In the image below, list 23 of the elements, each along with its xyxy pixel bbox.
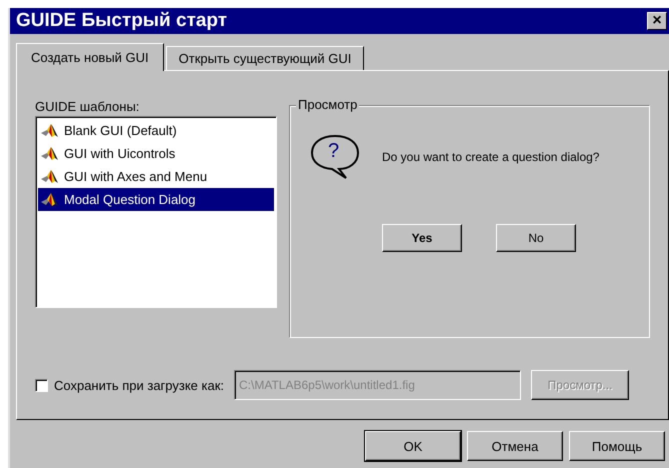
- question-mark: ?: [328, 140, 340, 163]
- template-item[interactable]: Blank GUI (Default): [38, 119, 274, 142]
- dialog-button[interactable]: Помощь: [569, 431, 665, 461]
- template-item[interactable]: Modal Question Dialog: [38, 188, 274, 211]
- matlab-logo-icon: [40, 122, 60, 138]
- dialog-button[interactable]: OK: [365, 431, 461, 461]
- speech-bubble-icon: [310, 134, 360, 180]
- window-title: GUIDE Быстрый старт: [16, 10, 228, 32]
- preview-button[interactable]: No: [496, 224, 576, 252]
- save-label: Сохранить при загрузке как:: [54, 378, 224, 392]
- matlab-logo-icon: [40, 168, 60, 184]
- template-item[interactable]: GUI with Uicontrols: [38, 142, 274, 165]
- matlab-logo-icon: [40, 192, 60, 208]
- templates-label: GUIDE шаблоны:: [35, 99, 140, 114]
- matlab-logo-icon: [40, 146, 60, 162]
- preview-title: Просмотр: [296, 97, 360, 112]
- preview-button[interactable]: Yes: [382, 224, 462, 252]
- template-item[interactable]: GUI with Axes and Menu: [38, 165, 274, 188]
- tab[interactable]: Открыть существующий GUI: [166, 46, 364, 70]
- dialog-button[interactable]: Отмена: [467, 431, 563, 461]
- question-message: Do you want to create a question dialog?: [382, 150, 600, 164]
- close-button[interactable]: ×: [647, 12, 667, 30]
- tab[interactable]: Создать новый GUI: [16, 43, 164, 71]
